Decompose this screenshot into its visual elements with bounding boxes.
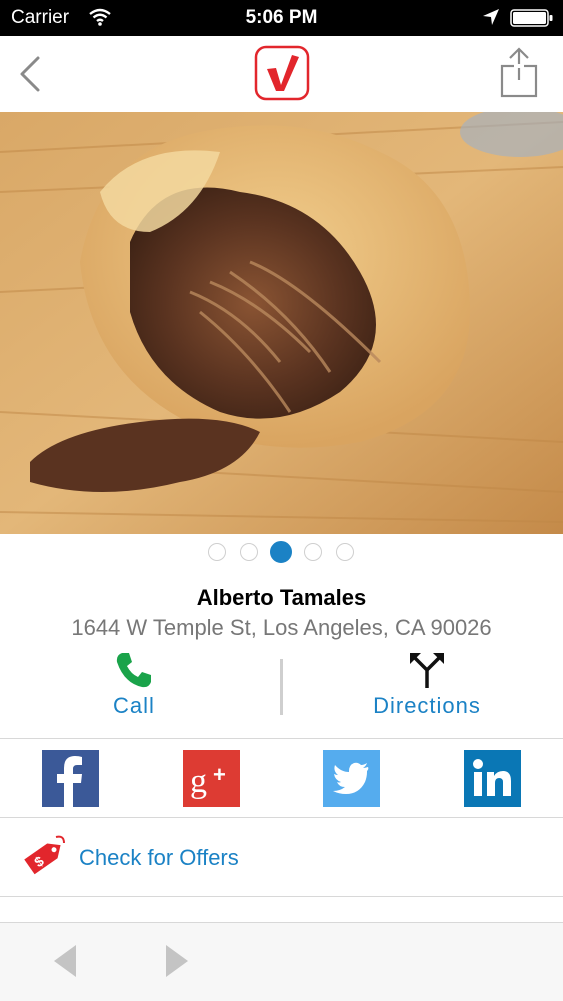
triangle-left-icon [54, 945, 76, 977]
back-button[interactable] [12, 52, 52, 96]
check-offers-row[interactable]: $ Check for Offers [0, 818, 563, 896]
check-offers-label: Check for Offers [79, 845, 239, 870]
triangle-right-icon [166, 945, 188, 977]
linkedin-button[interactable] [464, 750, 521, 807]
bottom-toolbar [0, 922, 563, 1001]
battery-icon [510, 9, 554, 33]
page-dot[interactable] [336, 543, 354, 561]
clock: 5:06 PM [245, 7, 318, 28]
business-name: Alberto Tamales [196, 585, 367, 610]
page-dot[interactable] [304, 543, 322, 561]
price-tag-icon: $ [24, 835, 65, 875]
next-button[interactable] [162, 943, 192, 979]
hero-photo[interactable] [0, 112, 563, 534]
page-dot[interactable] [208, 543, 226, 561]
share-icon [500, 47, 538, 98]
twitter-button[interactable] [323, 750, 380, 807]
call-label: Call [113, 693, 155, 718]
previous-button[interactable] [50, 943, 80, 979]
status-bar: Carrier 5:06 PM [0, 0, 563, 36]
page-dot-active[interactable] [270, 541, 292, 563]
app-logo[interactable] [254, 45, 310, 101]
facebook-icon [42, 750, 99, 807]
directions-icon [410, 653, 444, 688]
directions-button[interactable]: Directions [327, 648, 527, 720]
svg-text:g: g [190, 763, 207, 800]
twitter-icon [323, 750, 380, 807]
google-plus-icon: g + [183, 750, 240, 807]
share-button[interactable] [497, 46, 541, 100]
location-arrow-icon [482, 8, 500, 32]
phone-icon [116, 653, 151, 688]
navigation-bar [0, 36, 563, 113]
business-address[interactable]: 1644 W Temple St, Los Angeles, CA 90026 [0, 615, 563, 641]
tamale-photo [0, 112, 563, 534]
google-plus-button[interactable]: g + [183, 750, 240, 807]
facebook-button[interactable] [42, 750, 99, 807]
chevron-left-icon [20, 56, 40, 92]
directions-label: Directions [373, 693, 481, 718]
page-dot[interactable] [240, 543, 258, 561]
divider [0, 896, 563, 897]
page-indicator[interactable] [0, 541, 563, 565]
call-button[interactable]: Call [34, 648, 234, 720]
divider [0, 738, 563, 739]
action-divider [280, 659, 283, 715]
checkmark-logo-icon [254, 45, 310, 101]
svg-text:+: + [213, 762, 226, 787]
linkedin-icon [464, 750, 521, 807]
